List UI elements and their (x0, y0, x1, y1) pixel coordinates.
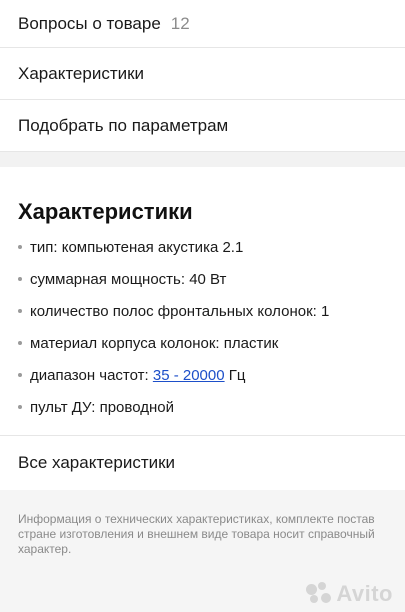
all-characteristics-label: Все характеристики (18, 453, 176, 472)
questions-label: Вопросы о товаре (18, 13, 161, 33)
disclaimer-line-3: характер. (18, 542, 72, 556)
product-menu: Вопросы о товаре 12 Характеристики Подоб… (0, 0, 405, 152)
spec-item: суммарная мощность: 40 Вт (18, 263, 387, 295)
filter-label: Подобрать по параметрам (18, 115, 229, 135)
spec-item: пульт ДУ: проводной (18, 391, 387, 423)
bullet-icon (18, 277, 22, 281)
spec-item: тип: компьютеная акустика 2.1 (18, 231, 387, 263)
spec-text: материал корпуса колонок: пластик (30, 334, 279, 352)
bullet-icon (18, 245, 22, 249)
questions-row[interactable]: Вопросы о товаре 12 (0, 0, 405, 48)
spec-suffix: Гц (224, 366, 246, 384)
watermark-text: Avito (336, 580, 393, 606)
spec-item: материал корпуса колонок: пластик (18, 327, 387, 359)
avito-logo-icon (306, 582, 332, 604)
questions-count: 12 (170, 13, 190, 33)
spec-item: диапазон частот: 35 - 20000 Гц (18, 359, 387, 391)
disclaimer: Информация о технических характеристиках… (0, 490, 405, 612)
characteristics-label: Характеристики (18, 63, 145, 83)
spec-text: количество полос фронтальных колонок: 1 (30, 302, 330, 320)
all-characteristics-button[interactable]: Все характеристики (0, 435, 405, 490)
disclaimer-line-1: Информация о технических характеристиках… (18, 512, 375, 526)
bullet-icon (18, 405, 22, 409)
section-divider (0, 152, 405, 167)
spec-text: тип: компьютеная акустика 2.1 (30, 238, 244, 256)
characteristics-row[interactable]: Характеристики (0, 48, 405, 100)
spec-item: количество полос фронтальных колонок: 1 (18, 295, 387, 327)
specs-section: Характеристики тип: компьютеная акустика… (0, 167, 405, 423)
avito-watermark: Avito (306, 582, 393, 604)
spec-text: суммарная мощность: 40 Вт (30, 270, 227, 288)
frequency-range-link[interactable]: 35 - 20000 (153, 367, 225, 384)
specs-list: тип: компьютеная акустика 2.1 суммарная … (18, 231, 387, 423)
spec-text: пульт ДУ: проводной (30, 398, 174, 416)
spec-prefix: диапазон частот: (30, 366, 153, 384)
bullet-icon (18, 341, 22, 345)
bullet-icon (18, 309, 22, 313)
filter-by-params-row[interactable]: Подобрать по параметрам (0, 100, 405, 152)
bullet-icon (18, 373, 22, 377)
specs-title: Характеристики (18, 199, 193, 224)
